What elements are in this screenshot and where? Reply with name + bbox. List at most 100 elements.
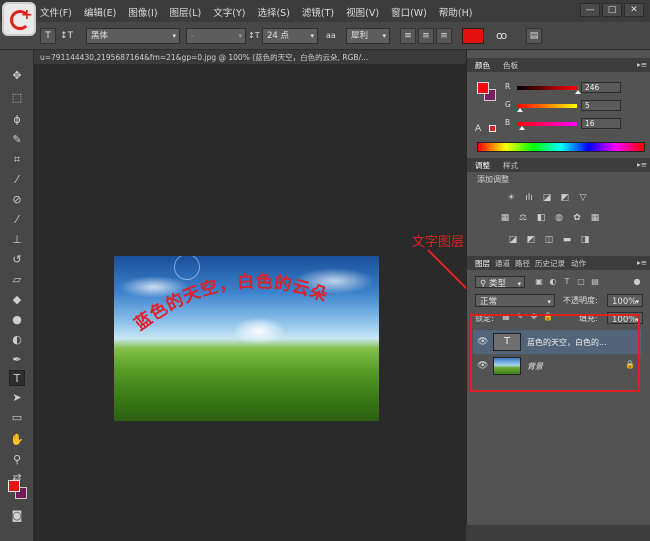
history-brush-tool[interactable]: ↺: [9, 252, 25, 268]
color-spectrum-bar[interactable]: [477, 142, 645, 152]
close-button[interactable]: ✕: [624, 3, 644, 17]
type-tool[interactable]: T: [9, 370, 25, 386]
menu-layer[interactable]: 图层(L): [170, 5, 202, 19]
canvas-workspace[interactable]: 蓝色的天空，白色的云朵: [34, 64, 466, 541]
filter-adjust-icon[interactable]: ◐: [547, 276, 559, 288]
threshold-icon[interactable]: ◫: [543, 234, 555, 246]
blend-mode-select[interactable]: 正常 ▾: [475, 294, 555, 307]
red-track[interactable]: [517, 86, 577, 90]
path-select-tool[interactable]: ➤: [9, 390, 25, 406]
opacity-field[interactable]: 100% ▾: [607, 294, 643, 307]
blue-track[interactable]: [517, 122, 577, 126]
filter-toggle-icon[interactable]: ●: [631, 276, 643, 288]
menu-view[interactable]: 视图(V): [346, 5, 379, 19]
photo-filter-icon[interactable]: ◍: [553, 212, 565, 224]
document-canvas[interactable]: 蓝色的天空，白色的云朵: [114, 256, 379, 421]
gradient-map-icon[interactable]: ▬: [561, 234, 573, 246]
green-thumb[interactable]: [517, 108, 523, 112]
hand-tool[interactable]: ✋: [9, 432, 25, 448]
tool-preset-picker[interactable]: T: [40, 28, 56, 44]
zoom-tool[interactable]: ⚲: [9, 452, 25, 468]
blue-value-field[interactable]: 16: [581, 118, 621, 129]
brightness-icon[interactable]: ☀: [505, 192, 517, 204]
menu-window[interactable]: 窗口(W): [391, 5, 427, 19]
warp-text-button[interactable]: ꝏ: [496, 28, 512, 44]
filter-shape-icon[interactable]: ▢: [575, 276, 587, 288]
quick-select-tool[interactable]: ✎: [9, 132, 25, 148]
maximize-button[interactable]: □: [602, 3, 622, 17]
blue-thumb[interactable]: [519, 126, 525, 130]
eyedropper-tool[interactable]: ⁄: [9, 172, 25, 188]
tab-actions[interactable]: 动作: [571, 258, 586, 269]
font-family-select[interactable]: 黑体 ▾: [86, 28, 180, 44]
levels-icon[interactable]: ılı: [523, 192, 535, 204]
quick-mask-button[interactable]: ◙: [9, 508, 25, 524]
panel-menu-icon[interactable]: ▸≡: [637, 258, 647, 267]
gamut-warning-swatch[interactable]: [489, 125, 496, 132]
filter-type-icon[interactable]: T: [561, 276, 573, 288]
marquee-tool[interactable]: ⬚: [9, 90, 25, 106]
document-tab[interactable]: u=791144430,2195687164&fm=21&gp=0.jpg @ …: [40, 52, 460, 63]
panel-menu-icon[interactable]: ▸≡: [637, 60, 647, 69]
filter-pixel-icon[interactable]: ▣: [533, 276, 545, 288]
selective-color-icon[interactable]: ◨: [579, 234, 591, 246]
crop-tool[interactable]: ⌗: [9, 152, 25, 168]
vibrance-icon[interactable]: ▽: [577, 192, 589, 204]
stamp-tool[interactable]: ⊥: [9, 232, 25, 248]
red-slider[interactable]: R 246: [505, 82, 645, 94]
antialias-select[interactable]: 犀利 ▾: [346, 28, 390, 44]
green-slider[interactable]: G 5: [505, 100, 645, 112]
shape-tool[interactable]: ▭: [9, 410, 25, 426]
tab-swatches[interactable]: 色板: [503, 60, 518, 71]
red-value-field[interactable]: 246: [581, 82, 621, 93]
hue-saturation-icon[interactable]: ▦: [499, 212, 511, 224]
tab-history[interactable]: 历史记录: [535, 258, 565, 269]
minimize-button[interactable]: —: [580, 3, 600, 17]
text-orientation-toggle[interactable]: ↕T: [60, 28, 82, 44]
gamut-warning-icon[interactable]: A: [475, 124, 481, 134]
color-panel-foreground[interactable]: [477, 82, 489, 94]
tab-paths[interactable]: 路径: [515, 258, 530, 269]
eraser-tool[interactable]: ▱: [9, 272, 25, 288]
color-lookup-icon[interactable]: ▦: [589, 212, 601, 224]
align-left-button[interactable]: ≡: [400, 28, 416, 44]
tab-color[interactable]: 颜色: [475, 60, 490, 71]
menu-select[interactable]: 选择(S): [257, 5, 289, 19]
blur-tool[interactable]: ●: [9, 312, 25, 328]
curves-icon[interactable]: ◪: [541, 192, 553, 204]
channel-mixer-icon[interactable]: ✿: [571, 212, 583, 224]
dodge-tool[interactable]: ◐: [9, 332, 25, 348]
blue-slider[interactable]: B 16: [505, 118, 645, 130]
menu-type[interactable]: 文字(Y): [213, 5, 245, 19]
invert-icon[interactable]: ◪: [507, 234, 519, 246]
text-color-swatch[interactable]: [462, 28, 484, 44]
posterize-icon[interactable]: ◩: [525, 234, 537, 246]
pen-tool[interactable]: ✒: [9, 352, 25, 368]
tab-layers[interactable]: 图层: [475, 258, 490, 269]
black-white-icon[interactable]: ◧: [535, 212, 547, 224]
menu-image[interactable]: 图像(I): [128, 5, 157, 19]
panel-menu-icon[interactable]: ▸≡: [637, 160, 647, 169]
menu-file[interactable]: 文件(F): [40, 5, 72, 19]
foreground-color[interactable]: [8, 480, 20, 492]
menu-edit[interactable]: 编辑(E): [84, 5, 116, 19]
font-style-select[interactable]: - ▾: [186, 28, 246, 44]
green-value-field[interactable]: 5: [581, 100, 621, 111]
healing-tool[interactable]: ⊘: [9, 192, 25, 208]
character-panel-button[interactable]: ▤: [526, 28, 542, 44]
tab-adjustments[interactable]: 调整: [475, 160, 490, 171]
layer-kind-filter[interactable]: ⚲ 类型 ▾: [475, 276, 525, 289]
font-size-select[interactable]: 24 点 ▾: [262, 28, 318, 44]
brush-tool[interactable]: ⁄: [9, 212, 25, 228]
tab-styles[interactable]: 样式: [503, 160, 518, 171]
align-center-button[interactable]: ≡: [418, 28, 434, 44]
lasso-tool[interactable]: ϕ: [9, 112, 25, 128]
paint-bucket-tool[interactable]: ◆: [9, 292, 25, 308]
color-balance-icon[interactable]: ⚖: [517, 212, 529, 224]
align-right-button[interactable]: ≡: [436, 28, 452, 44]
exposure-icon[interactable]: ◩: [559, 192, 571, 204]
tab-channels[interactable]: 通道: [495, 258, 510, 269]
green-track[interactable]: [517, 104, 577, 108]
filter-smart-icon[interactable]: ▤: [589, 276, 601, 288]
move-tool[interactable]: ✥: [9, 68, 25, 84]
